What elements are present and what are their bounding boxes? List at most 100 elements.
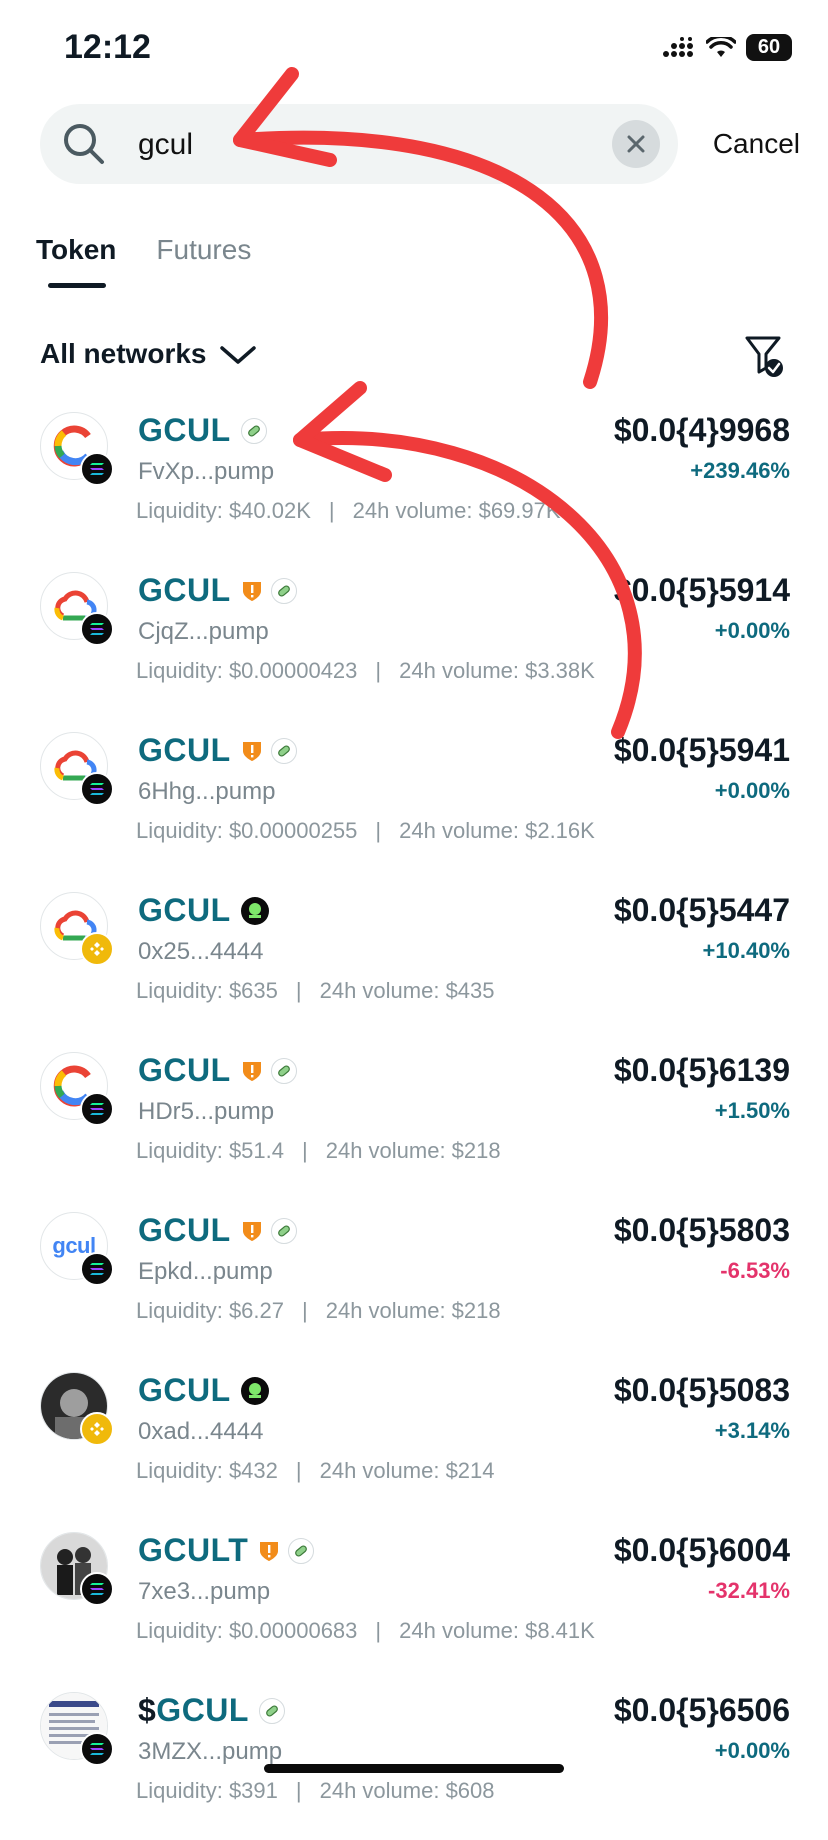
token-address: 0x25...4444 bbox=[138, 938, 264, 965]
meta-separator: | bbox=[295, 1458, 302, 1483]
token-badges bbox=[258, 1537, 315, 1564]
cancel-button[interactable]: Cancel bbox=[713, 128, 800, 160]
token-symbol: GCUL bbox=[138, 892, 231, 928]
token-volume: 24h volume: $3.38K bbox=[399, 658, 595, 683]
token-liquidity: Liquidity: $635 bbox=[136, 978, 278, 1003]
token-avatar bbox=[40, 1692, 114, 1766]
clear-search-button[interactable] bbox=[612, 120, 660, 168]
token-price: $0.0{5}5914 bbox=[613, 572, 790, 608]
solana-chain-icon bbox=[80, 772, 114, 806]
token-change: +0.00% bbox=[714, 618, 790, 643]
token-badges bbox=[241, 1217, 297, 1244]
token-name: $GCUL bbox=[138, 1692, 285, 1729]
token-price: $0.0{5}6004 bbox=[613, 1532, 790, 1568]
token-volume: 24h volume: $608 bbox=[319, 1778, 495, 1803]
filter-icon[interactable] bbox=[744, 334, 784, 378]
meta-separator: | bbox=[375, 658, 382, 683]
token-price: $0.0{5}6139 bbox=[613, 1052, 790, 1088]
token-list: GCUL FvXp...pump Liquidity: $40.02K | 24h … bbox=[0, 400, 828, 1840]
token-row[interactable]: gcul GCUL Epkd...pump Liquidity: $6.27 | 2… bbox=[0, 1200, 828, 1360]
token-price: $0.0{5}5447 bbox=[613, 892, 790, 928]
shield-warning-icon bbox=[241, 1059, 263, 1083]
token-price: $0.0{5}5941 bbox=[613, 732, 790, 768]
tab-token[interactable]: Token bbox=[36, 234, 116, 288]
token-volume: 24h volume: $2.16K bbox=[399, 818, 595, 843]
shield-warning-icon bbox=[241, 1219, 263, 1243]
status-bar: 12:12 60 bbox=[0, 0, 828, 100]
token-address: CjqZ...pump bbox=[138, 618, 269, 645]
token-symbol: GCUL bbox=[138, 1052, 231, 1088]
search-box[interactable] bbox=[40, 104, 678, 184]
token-badges bbox=[240, 1376, 269, 1405]
tab-futures-label: Futures bbox=[156, 234, 252, 265]
token-meta: Liquidity: $635 | 24h volume: $435 bbox=[136, 978, 495, 1004]
bnb-chain-icon bbox=[80, 1412, 114, 1446]
pump-pill-icon bbox=[258, 1697, 285, 1724]
cellular-signal-icon bbox=[663, 36, 693, 57]
token-volume: 24h volume: $214 bbox=[319, 1458, 495, 1483]
token-liquidity: Liquidity: $6.27 bbox=[136, 1298, 284, 1323]
token-name: GCUL bbox=[138, 572, 297, 609]
token-row[interactable]: GCUL HDr5...pump Liquidity: $51.4 | 24h vo… bbox=[0, 1040, 828, 1200]
search-input[interactable] bbox=[136, 124, 560, 166]
token-meta: Liquidity: $6.27 | 24h volume: $218 bbox=[136, 1298, 501, 1324]
pump-pill-icon bbox=[270, 1057, 297, 1084]
wifi-icon bbox=[706, 36, 736, 57]
meta-separator: | bbox=[375, 1618, 382, 1643]
token-badges bbox=[258, 1697, 285, 1724]
token-avatar bbox=[40, 412, 114, 486]
token-avatar bbox=[40, 732, 114, 806]
token-row[interactable]: GCUL 0xad...4444 Liquidity: $432 | 24h vol… bbox=[0, 1360, 828, 1520]
token-address: HDr5...pump bbox=[138, 1098, 275, 1125]
battery-indicator: 60 bbox=[746, 34, 792, 61]
pump-pill-icon bbox=[270, 737, 297, 764]
token-badges bbox=[240, 417, 267, 444]
status-time: 12:12 bbox=[64, 28, 151, 66]
token-change: +3.14% bbox=[714, 1418, 790, 1443]
token-name: GCUL bbox=[138, 412, 267, 449]
token-meta: Liquidity: $0.00000683 | 24h volume: $8.41… bbox=[136, 1618, 595, 1644]
token-meta: Liquidity: $0.00000255 | 24h volume: $2.16… bbox=[136, 818, 595, 844]
token-change: +10.40% bbox=[702, 938, 790, 963]
token-symbol: GCUL bbox=[138, 1212, 231, 1248]
search-row: Cancel bbox=[40, 104, 800, 184]
meta-separator: | bbox=[302, 1138, 308, 1163]
shield-warning-icon bbox=[258, 1539, 280, 1563]
token-symbol: GCUL bbox=[138, 572, 231, 608]
token-row[interactable]: GCUL 0x25...4444 Liquidity: $635 | 24h vol… bbox=[0, 880, 828, 1040]
solana-chain-icon bbox=[80, 1252, 114, 1286]
token-change: +239.46% bbox=[690, 458, 790, 483]
token-row[interactable]: $GCUL 3MZX...pump Liquidity: $391 | 24h vo… bbox=[0, 1680, 828, 1840]
home-indicator bbox=[264, 1764, 564, 1773]
token-meta: Liquidity: $432 | 24h volume: $214 bbox=[136, 1458, 495, 1484]
bnb-chain-icon bbox=[80, 932, 114, 966]
token-name: GCUL bbox=[138, 1372, 269, 1409]
chevron-down-icon bbox=[220, 346, 257, 364]
tab-futures[interactable]: Futures bbox=[156, 234, 251, 288]
token-row[interactable]: GCUL FvXp...pump Liquidity: $40.02K | 24h … bbox=[0, 400, 828, 560]
pump-pill-icon bbox=[288, 1537, 315, 1564]
search-icon bbox=[64, 124, 104, 164]
token-row[interactable]: GCULT 7xe3...pump Liquidity: $0.00000683… bbox=[0, 1520, 828, 1680]
token-meta: Liquidity: $51.4 | 24h volume: $218 bbox=[136, 1138, 501, 1164]
token-symbol: GCUL bbox=[138, 732, 231, 768]
token-address: FvXp...pump bbox=[138, 458, 275, 485]
token-name: GCUL bbox=[138, 732, 297, 769]
token-row[interactable]: GCUL 6Hhg...pump Liquidity: $0.00000255 |… bbox=[0, 720, 828, 880]
network-selector[interactable]: All networks bbox=[40, 338, 258, 370]
pump-pill-icon bbox=[270, 577, 297, 604]
token-row[interactable]: GCUL CjqZ...pump Liquidity: $0.00000423 |… bbox=[0, 560, 828, 720]
tab-bar: Token Futures bbox=[36, 234, 251, 288]
token-badges bbox=[240, 896, 269, 925]
token-name: GCULT bbox=[138, 1532, 315, 1569]
token-address: 7xe3...pump bbox=[138, 1578, 271, 1605]
tab-token-label: Token bbox=[36, 234, 117, 265]
pump-pill-icon bbox=[240, 417, 267, 444]
token-volume: 24h volume: $218 bbox=[325, 1138, 501, 1163]
token-liquidity: Liquidity: $432 bbox=[136, 1458, 278, 1483]
token-change: +1.50% bbox=[714, 1098, 790, 1123]
token-symbol: GCUL bbox=[138, 412, 231, 448]
token-meta: Liquidity: $0.00000423 | 24h volume: $3.38… bbox=[136, 658, 595, 684]
token-liquidity: Liquidity: $391 bbox=[136, 1778, 278, 1803]
meta-separator: | bbox=[295, 978, 302, 1003]
